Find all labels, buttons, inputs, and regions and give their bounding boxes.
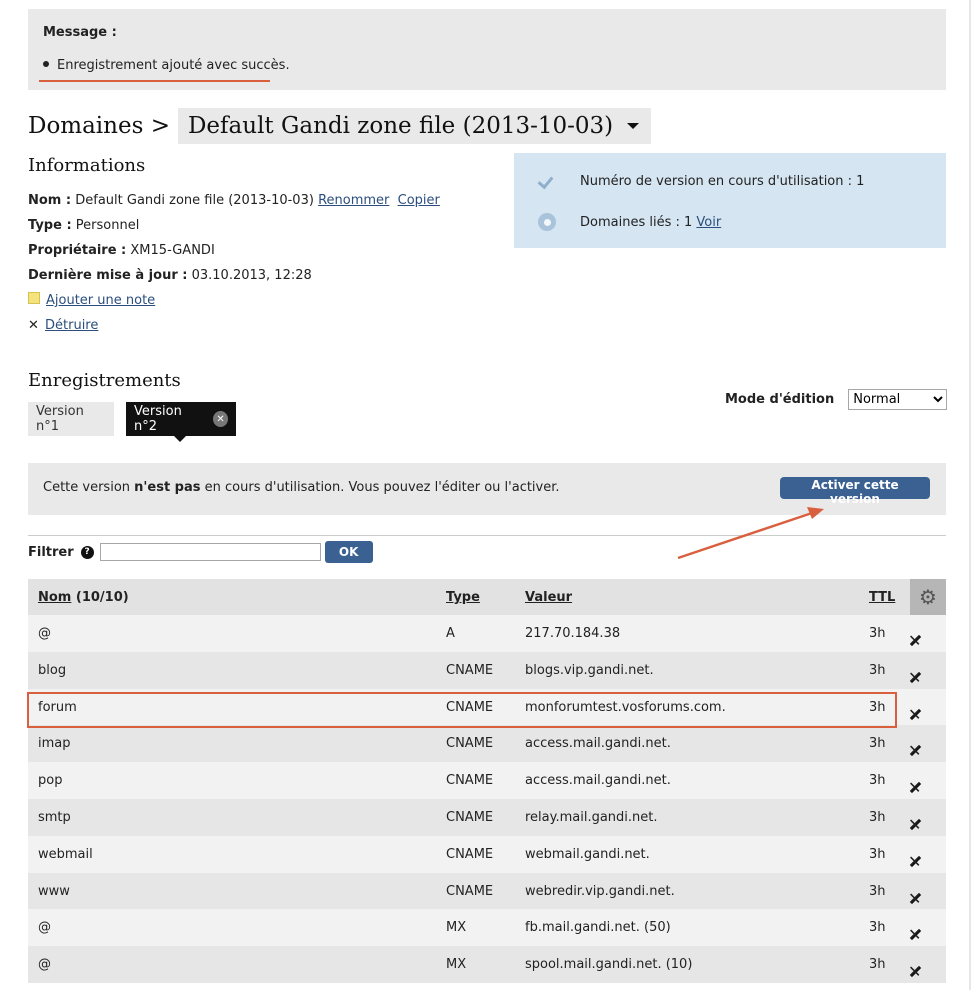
annotation-arrow — [677, 507, 824, 560]
